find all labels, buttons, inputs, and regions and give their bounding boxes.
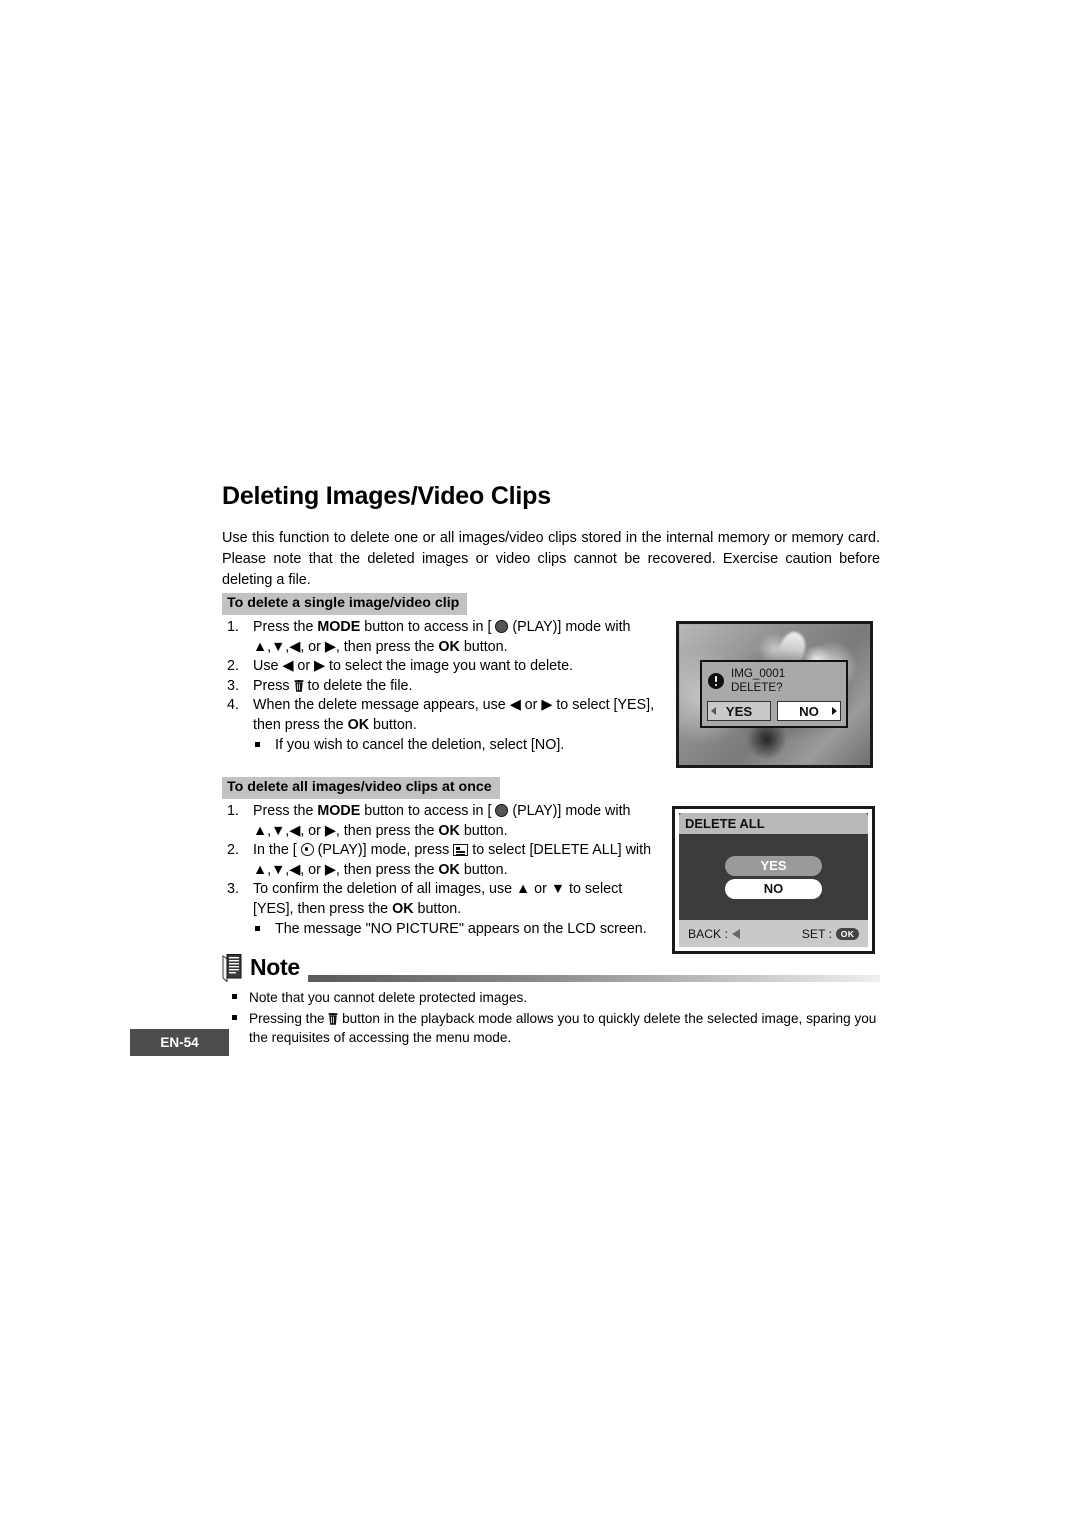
note-heading: Note bbox=[250, 954, 300, 980]
menu-footer: BACK : SET : OK bbox=[679, 920, 868, 947]
lcd-screenshot-delete-all: DELETE ALL YES NO BACK : SET : OK bbox=[672, 806, 875, 954]
step-subitem: The message "NO PICTURE" appears on the … bbox=[227, 920, 657, 940]
yes-button-label: YES bbox=[725, 703, 753, 719]
step-number: 2. bbox=[227, 842, 239, 859]
step-text: Use ◀ or ▶ to select the image you want … bbox=[253, 658, 574, 675]
step-item: 1. Press the MODE button to access in [ … bbox=[227, 618, 657, 657]
section-header-delete-all: To delete all images/video clips at once bbox=[222, 777, 500, 799]
image-filename: IMG_0001 bbox=[731, 667, 786, 680]
note-block: Note Note that you cannot delete protect… bbox=[222, 952, 880, 1045]
step-number: 4. bbox=[227, 697, 239, 714]
ok-button-label: OK bbox=[392, 900, 414, 917]
option-no-label: NO bbox=[763, 881, 784, 896]
step-text-part: (PLAY)] mode, press bbox=[313, 842, 454, 859]
step-text-part: button. bbox=[369, 716, 417, 733]
option-no[interactable]: NO bbox=[725, 878, 822, 899]
set-label: SET : bbox=[801, 926, 832, 941]
step-text-part: button. bbox=[413, 900, 462, 917]
lcd-screenshot-delete-confirm: IMG_0001 DELETE? YES NO bbox=[676, 621, 873, 768]
note-item: Note that you cannot delete protected im… bbox=[227, 988, 880, 1008]
mode-button-label: MODE bbox=[317, 619, 361, 635]
note-document-icon bbox=[222, 953, 248, 983]
page-number-tab: EN-54 bbox=[130, 1029, 229, 1056]
right-arrow-icon bbox=[832, 707, 837, 715]
play-mode-icon bbox=[495, 620, 509, 633]
mode-button-label: MODE bbox=[317, 803, 361, 819]
yes-button[interactable]: YES bbox=[707, 701, 771, 721]
step-text-part: to delete the file. bbox=[303, 677, 413, 694]
step-subitem: If you wish to cancel the deletion, sele… bbox=[227, 736, 657, 756]
note-item: Pressing the button in the playback mode… bbox=[227, 1009, 880, 1048]
dialog-buttons: YES NO bbox=[707, 701, 841, 721]
bullet-square-icon bbox=[232, 1014, 237, 1020]
step-text-part: button. bbox=[459, 822, 508, 839]
ok-button-label: OK bbox=[347, 716, 370, 733]
trash-icon bbox=[328, 1011, 338, 1025]
set-hint: SET : OK bbox=[802, 927, 859, 941]
step-number: 1. bbox=[227, 619, 239, 635]
delete-prompt: DELETE? bbox=[731, 681, 783, 694]
ok-button-label: OK bbox=[438, 638, 460, 655]
step-item: 3. To confirm the deletion of all images… bbox=[227, 880, 657, 919]
no-button[interactable]: NO bbox=[777, 701, 841, 721]
ok-button-label: OK bbox=[438, 861, 460, 878]
step-subtext: The message "NO PICTURE" appears on the … bbox=[275, 920, 647, 937]
ok-badge-icon: OK bbox=[836, 927, 859, 940]
delete-confirm-dialog: IMG_0001 DELETE? YES NO bbox=[700, 660, 848, 728]
step-number: 3. bbox=[227, 881, 239, 898]
note-divider bbox=[308, 975, 880, 982]
step-item: 3. Press to delete the file. bbox=[227, 677, 657, 697]
left-triangle-icon bbox=[731, 928, 740, 939]
left-arrow-icon bbox=[711, 707, 716, 715]
step-text-part: Press the bbox=[253, 803, 318, 819]
step-text-part: In the [ bbox=[253, 842, 301, 859]
back-hint: BACK : bbox=[688, 927, 740, 941]
step-item: 4. When the delete message appears, use … bbox=[227, 696, 657, 735]
trash-icon bbox=[294, 679, 304, 692]
option-yes-label: YES bbox=[760, 858, 787, 873]
play-circle-icon bbox=[300, 843, 314, 857]
intro-paragraph: Use this function to delete one or all i… bbox=[222, 530, 880, 588]
page-title: Deleting Images/Video Clips bbox=[222, 482, 551, 510]
menu-icon bbox=[453, 844, 469, 857]
dialog-message-row: IMG_0001 DELETE? bbox=[708, 667, 785, 695]
step-number: 1. bbox=[227, 803, 239, 819]
note-text: Note that you cannot delete protected im… bbox=[249, 990, 528, 1005]
bullet-square-icon bbox=[255, 741, 260, 747]
dialog-message: IMG_0001 DELETE? bbox=[731, 667, 785, 695]
step-text-part: When the delete message appears, use ◀ o… bbox=[253, 697, 655, 733]
note-text-part: Pressing the bbox=[249, 1010, 329, 1026]
menu-options: YES NO bbox=[679, 834, 868, 920]
warning-icon bbox=[708, 673, 724, 689]
bullet-square-icon bbox=[232, 994, 237, 999]
step-text-part: button. bbox=[459, 638, 508, 655]
step-text-part: button. bbox=[459, 861, 508, 878]
step-text-part: Press bbox=[253, 677, 294, 694]
note-text-part: button in the playback mode allows you t… bbox=[249, 1010, 877, 1046]
steps-list-delete-all: 1. Press the MODE button to access in [ … bbox=[227, 802, 657, 939]
note-items: Note that you cannot delete protected im… bbox=[227, 988, 880, 1049]
step-text-part: Press the bbox=[253, 619, 318, 635]
option-yes[interactable]: YES bbox=[725, 855, 822, 876]
note-header: Note bbox=[222, 952, 880, 984]
back-label: BACK : bbox=[688, 926, 728, 941]
step-item: 1. Press the MODE button to access in [ … bbox=[227, 802, 657, 841]
step-item: 2. In the [ (PLAY)] mode, press to selec… bbox=[227, 841, 657, 880]
step-item: 2. Use ◀ or ▶ to select the image you wa… bbox=[227, 657, 657, 677]
step-subtext: If you wish to cancel the deletion, sele… bbox=[275, 736, 565, 753]
lcd-panel: DELETE ALL YES NO BACK : SET : OK bbox=[679, 813, 868, 947]
manual-page: Deleting Images/Video Clips Use this fun… bbox=[0, 0, 1080, 1528]
step-number: 3. bbox=[227, 677, 239, 694]
bullet-square-icon bbox=[255, 925, 260, 931]
ok-button-label: OK bbox=[438, 822, 460, 839]
step-text-part: button to access in [ bbox=[360, 803, 496, 819]
menu-title: DELETE ALL bbox=[679, 813, 868, 834]
steps-list-single-delete: 1. Press the MODE button to access in [ … bbox=[227, 618, 657, 755]
play-mode-icon bbox=[495, 804, 509, 817]
no-button-label: NO bbox=[799, 703, 819, 719]
step-number: 2. bbox=[227, 658, 239, 675]
step-text-part: button to access in [ bbox=[360, 619, 496, 635]
section-header-single-delete: To delete a single image/video clip bbox=[222, 593, 468, 615]
